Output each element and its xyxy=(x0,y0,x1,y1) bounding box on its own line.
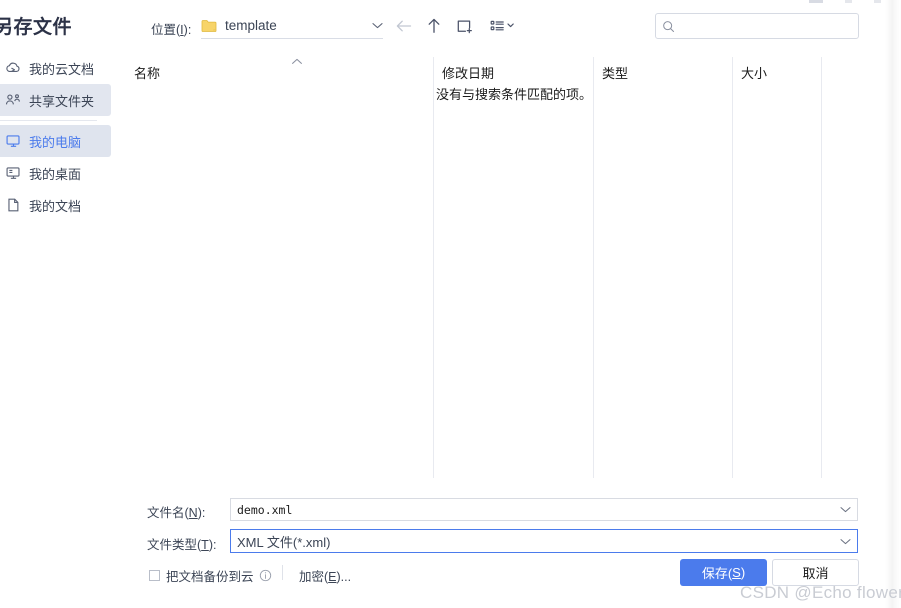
folder-icon xyxy=(201,19,217,32)
sidebar-item-my-documents[interactable]: 我的文档 xyxy=(0,189,111,221)
cloud-doc-icon xyxy=(6,62,20,72)
path-text: template xyxy=(225,18,277,33)
desktop-icon xyxy=(6,167,20,179)
sidebar-item-my-desktop[interactable]: 我的桌面 xyxy=(0,157,111,189)
path-dropdown[interactable]: template xyxy=(201,13,383,39)
back-button[interactable] xyxy=(391,13,417,39)
save-button[interactable]: 保存(S) xyxy=(680,559,767,586)
sidebar-separator xyxy=(0,120,97,121)
watermark: CSDN @Echo flower xyxy=(740,583,901,602)
sidebar-item-label: 我的文档 xyxy=(29,198,82,214)
column-divider[interactable] xyxy=(433,57,434,478)
sidebar-item-shared-folder[interactable]: 共享文件夹 xyxy=(0,84,111,116)
sidebar-item-cloud-doc[interactable]: 我的云文档 xyxy=(0,52,111,84)
window-right-shadow xyxy=(885,0,901,608)
view-options-button[interactable] xyxy=(488,13,522,39)
filename-label: 文件名(N): xyxy=(147,506,206,520)
cancel-button[interactable]: 取消 xyxy=(772,559,859,586)
sidebar-item-label: 我的电脑 xyxy=(29,134,82,150)
filetype-dropdown[interactable]: XML 文件(*.xml) xyxy=(230,529,858,553)
column-divider[interactable] xyxy=(593,57,594,478)
filetype-value: XML 文件(*.xml) xyxy=(237,534,331,550)
documents-icon xyxy=(8,198,19,212)
sidebar-item-label: 我的云文档 xyxy=(29,61,95,77)
footer-divider xyxy=(282,565,283,580)
filename-value: demo.xml xyxy=(237,502,293,517)
sidebar-item-my-computer[interactable]: 我的电脑 xyxy=(0,125,111,157)
sidebar-item-label: 共享文件夹 xyxy=(29,93,95,109)
new-folder-button[interactable] xyxy=(452,13,478,39)
shared-folder-icon xyxy=(5,94,20,105)
up-button[interactable] xyxy=(421,13,447,39)
empty-state-message: 没有与搜索条件匹配的项。 xyxy=(436,87,593,102)
chevron-down-icon xyxy=(840,507,851,513)
column-header-type[interactable]: 类型 xyxy=(602,63,628,82)
column-header-name[interactable]: 名称 xyxy=(134,63,160,82)
search-input[interactable] xyxy=(680,18,852,34)
checkbox-box[interactable] xyxy=(149,570,160,581)
backup-to-cloud-checkbox[interactable]: 把文档备份到云 xyxy=(149,566,272,585)
column-divider[interactable] xyxy=(732,57,733,478)
arrow-left-icon xyxy=(396,20,412,32)
chevron-down-icon xyxy=(372,23,383,29)
sidebar: 我的云文档 共享文件夹 我的电脑 我的桌面 我的文档 xyxy=(0,52,111,221)
filetype-label: 文件类型(T): xyxy=(147,538,217,552)
search-icon xyxy=(663,20,675,32)
info-icon[interactable] xyxy=(259,569,272,582)
list-view-icon xyxy=(490,20,514,31)
location-label: 位置(I): xyxy=(151,23,192,37)
backup-to-cloud-label: 把文档备份到云 xyxy=(166,570,254,584)
sidebar-item-label: 我的桌面 xyxy=(29,166,82,182)
computer-icon xyxy=(6,135,20,147)
new-folder-icon xyxy=(457,20,472,34)
search-box[interactable] xyxy=(655,13,859,39)
toolbar: 位置(I): template xyxy=(0,0,901,52)
chevron-down-icon xyxy=(840,538,851,544)
column-divider[interactable] xyxy=(821,57,822,478)
arrow-up-icon xyxy=(428,18,440,33)
file-list-pane: 名称 修改日期 类型 大小 没有与搜索条件匹配的项。 xyxy=(126,57,860,478)
filename-input[interactable]: demo.xml xyxy=(230,498,858,521)
sort-ascending-icon xyxy=(292,58,302,64)
column-header-date-modified[interactable]: 修改日期 xyxy=(442,63,494,82)
encrypt-link[interactable]: 加密(E)... xyxy=(299,566,351,585)
column-header-size[interactable]: 大小 xyxy=(741,63,767,82)
